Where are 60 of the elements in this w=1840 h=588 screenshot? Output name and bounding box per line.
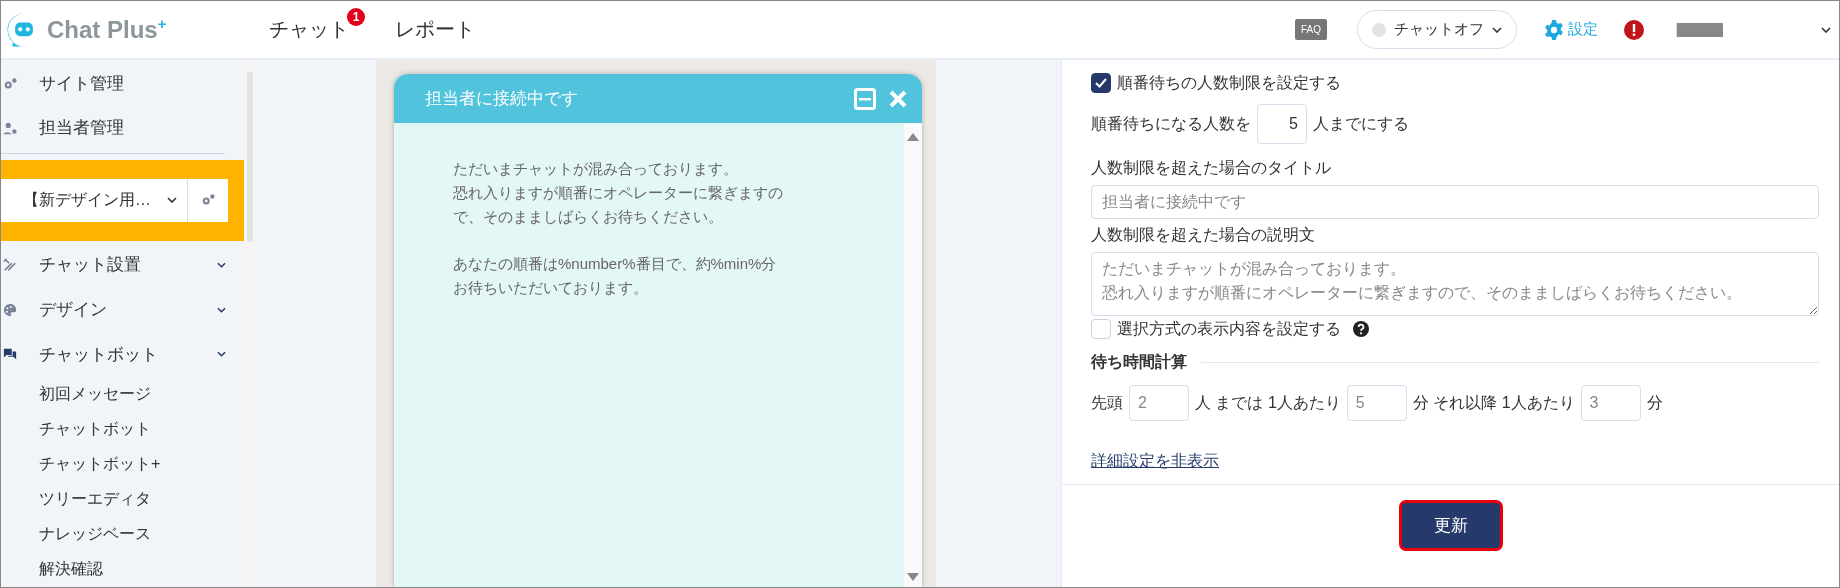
field-label: 順番待ちになる人数を — [1091, 113, 1251, 134]
count-input[interactable]: 5 — [1257, 104, 1307, 144]
close-icon[interactable] — [888, 88, 908, 109]
sidebar-subitem[interactable]: チャットボット — [1, 411, 244, 447]
minimize-icon[interactable] — [854, 87, 876, 110]
chat-bubbles-icon — [3, 347, 17, 362]
chevron-down-icon — [217, 351, 226, 358]
minutes-input[interactable]: 3 — [1580, 385, 1641, 421]
chat-window-title: 担当者に接続中です — [425, 88, 579, 110]
sidebar-subitem[interactable]: 解決確認 — [1, 551, 244, 587]
sidebar-item[interactable]: チャットボット — [1, 332, 244, 377]
chevron-down-icon — [217, 306, 226, 313]
chevron-down-icon[interactable] — [1821, 26, 1831, 33]
checkmark-icon — [1095, 78, 1107, 88]
settings-icon — [1543, 18, 1565, 41]
field-label: 人数制限を超えた場合のタイトル — [1091, 158, 1332, 178]
sidebar-subitem[interactable]: チャットボット+ — [1, 446, 244, 482]
sidebar-item[interactable]: デザイン — [1, 287, 244, 333]
sidebar-subitem[interactable]: ツリーエディタ — [1, 481, 244, 517]
scroll-down-icon[interactable] — [907, 573, 919, 581]
logo-text: Chat Plus$^{+}$ — [47, 15, 167, 44]
field-label: 人までにする — [1313, 113, 1409, 134]
sidebar-item[interactable]: サイト管理 — [1, 62, 244, 106]
sidebar-subitem[interactable]: 初回メッセージ — [1, 376, 244, 412]
update-button[interactable]: 更新 — [1398, 500, 1503, 551]
sidebar-item[interactable]: チャット設置 — [1, 242, 244, 288]
alert-icon[interactable] — [1624, 19, 1644, 40]
user-name-placeholder — [1676, 22, 1723, 37]
notification-badge: 1 — [347, 8, 365, 26]
hide-details-link[interactable]: 詳細設定を非表示 — [1091, 451, 1219, 472]
nav-link[interactable]: レポート — [395, 16, 475, 43]
field-label: 分 それ以降 1人あたり — [1412, 392, 1575, 413]
section-heading: 待ち時間計算 — [1091, 352, 1187, 372]
checkbox-label: 選択方式の表示内容を設定する — [1117, 318, 1341, 339]
field-label: 人 までは 1人あたり — [1195, 392, 1341, 413]
nav-link[interactable]: チャット — [269, 16, 349, 43]
checkbox-label: 順番待ちの人数制限を設定する — [1117, 72, 1341, 93]
status-dropdown[interactable]: チャットオフ — [1357, 10, 1517, 49]
faq-button[interactable]: FAQ — [1295, 19, 1327, 40]
sidebar-item[interactable]: 担当者管理 — [1, 105, 244, 150]
field-label: 分 — [1646, 392, 1663, 413]
title-input[interactable]: 担当者に接続中です — [1091, 185, 1819, 219]
chat-message-text: ただいまチャットが混み合っております。 恐れ入りますが順番にオペレーターに繋ぎますの で、そのまましばらくお待ちください。 — [453, 159, 784, 227]
chevron-down-icon — [167, 197, 177, 204]
sidebar-subitem[interactable]: ナレッジベース — [1, 516, 244, 552]
user-gear-icon — [3, 120, 17, 135]
scroll-up-icon[interactable] — [907, 133, 919, 141]
help-icon[interactable] — [1353, 321, 1369, 337]
checkbox[interactable] — [1091, 73, 1111, 93]
tools-icon — [3, 257, 17, 272]
site-settings-button[interactable] — [188, 178, 228, 222]
description-textarea[interactable]: ただいまチャットが混み合っております。 恐れ入りますが順番にオペレーターに繋ぎますので、そのまましばらくお待ちください。 — [1091, 252, 1819, 316]
minutes-input[interactable]: 5 — [1346, 385, 1407, 421]
field-label: 先頭 — [1091, 392, 1123, 413]
minutes-input[interactable]: 2 — [1129, 385, 1189, 421]
chevron-down-icon — [1492, 26, 1502, 33]
site-select[interactable]: 【新デザイン用… — [1, 178, 188, 222]
chat-message-text: あなたの順番は%number%番目で、約%min%分 お待ちいただいております。 — [453, 254, 778, 298]
chevron-down-icon — [217, 261, 226, 268]
field-label: 人数制限を超えた場合の説明文 — [1091, 225, 1316, 245]
